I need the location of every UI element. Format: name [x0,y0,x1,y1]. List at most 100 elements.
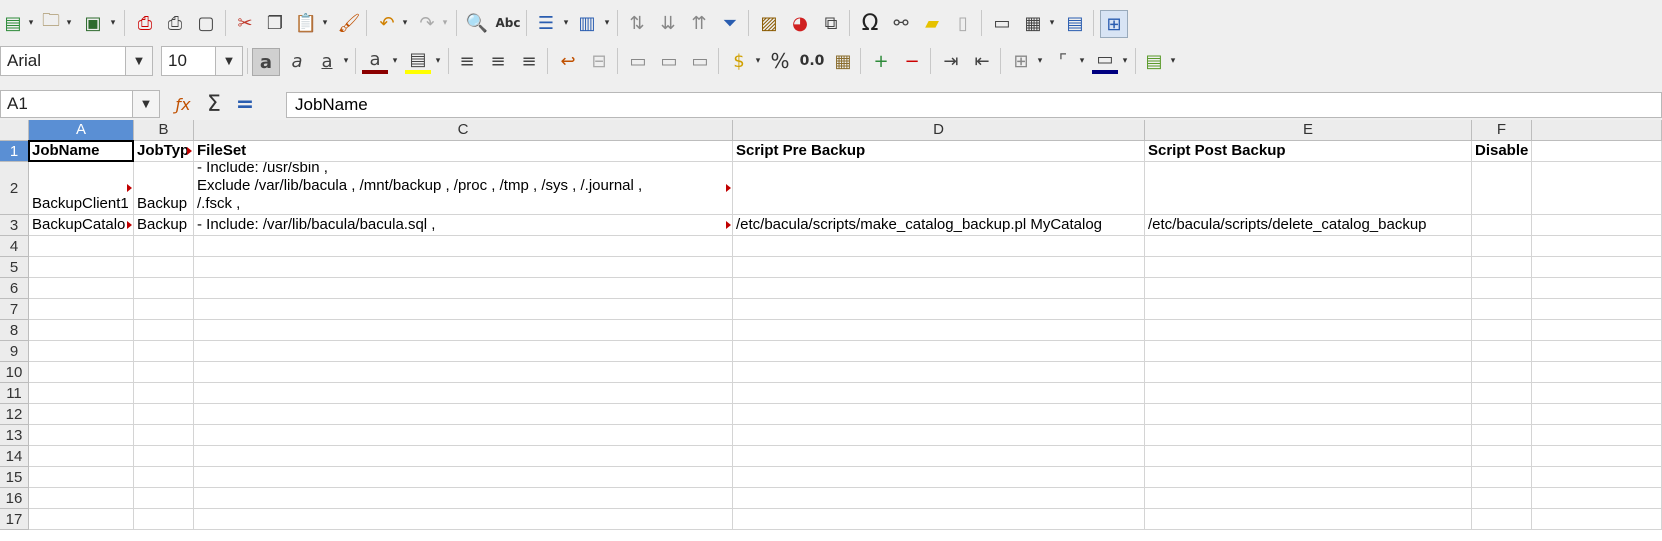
paste-dropdown-icon[interactable]: ▾ [320,13,330,33]
cell-g8[interactable] [1532,320,1662,341]
cell-e16[interactable] [1145,488,1472,509]
cell-f11[interactable] [1472,383,1532,404]
define-print-area-icon[interactable]: ▭ [989,10,1015,36]
hyperlink-icon[interactable]: ⚯ [888,10,914,36]
cell-e15[interactable] [1145,467,1472,488]
open-icon[interactable]: 🗀 [38,10,64,36]
cell-d4[interactable] [733,236,1145,257]
increase-indent-icon[interactable]: ⇥ [938,48,964,74]
cell-f14[interactable] [1472,446,1532,467]
cell-d5[interactable] [733,257,1145,278]
cell-f6[interactable] [1472,278,1532,299]
cell-e2[interactable] [1145,162,1472,215]
save-icon[interactable]: ▣ [80,10,106,36]
sort-descending-icon[interactable]: ⇈ [686,10,712,36]
row-header-17[interactable]: 17 [0,509,29,530]
cell-f1[interactable]: Disable [1472,141,1532,162]
number-format-icon[interactable]: 0.0 [797,48,827,74]
cell-c17[interactable] [194,509,733,530]
cell-c2[interactable]: - Include: /usr/sbin , Exclude /var/lib/… [194,162,733,215]
cell-c3[interactable]: - Include: /var/lib/bacula/bacula.sql , [194,215,733,236]
cell-b2[interactable]: Backup [134,162,194,215]
font-color-dropdown-icon[interactable]: ▾ [390,51,400,71]
function-wizard-icon[interactable]: ƒx [170,91,196,117]
cell-f10[interactable] [1472,362,1532,383]
center-vertically-icon[interactable]: ▭ [656,48,682,74]
cell-b7[interactable] [134,299,194,320]
cell-f13[interactable] [1472,425,1532,446]
cell-g3[interactable] [1532,215,1662,236]
cell-e17[interactable] [1145,509,1472,530]
print-preview-icon[interactable]: ▢ [193,10,219,36]
font-name-box[interactable]: Arial ▼ [0,46,153,76]
comment-icon[interactable]: ▰ [919,10,945,36]
cell-b11[interactable] [134,383,194,404]
cell-b6[interactable] [134,278,194,299]
cell-a2[interactable]: BackupClient1 [29,162,134,215]
cell-b9[interactable] [134,341,194,362]
column-header-c[interactable]: C [194,120,733,141]
cell-a9[interactable] [29,341,134,362]
cell-e14[interactable] [1145,446,1472,467]
row-header-6[interactable]: 6 [0,278,29,299]
cell-a14[interactable] [29,446,134,467]
cell-d1[interactable]: Script Pre Backup [733,141,1145,162]
highlight-color-icon[interactable]: ▤ [405,48,431,74]
cell-e8[interactable] [1145,320,1472,341]
sort-icon[interactable]: ⇅ [624,10,650,36]
open-dropdown-icon[interactable]: ▾ [64,13,74,33]
underline-icon[interactable]: a [314,48,340,74]
cell-b5[interactable] [134,257,194,278]
copy-icon[interactable]: ❐ [262,10,288,36]
undo-dropdown-icon[interactable]: ▾ [400,13,410,33]
cell-g9[interactable] [1532,341,1662,362]
cell-g6[interactable] [1532,278,1662,299]
sort-ascending-icon[interactable]: ⇊ [655,10,681,36]
row-header-16[interactable]: 16 [0,488,29,509]
cell-c11[interactable] [194,383,733,404]
column-header-a[interactable]: A [29,120,134,141]
cell-c10[interactable] [194,362,733,383]
find-replace-icon[interactable]: 🔍 [464,10,490,36]
cell-a1[interactable]: JobName [29,141,134,162]
cell-d10[interactable] [733,362,1145,383]
cell-e11[interactable] [1145,383,1472,404]
cell-e5[interactable] [1145,257,1472,278]
cell-g4[interactable] [1532,236,1662,257]
spelling-icon[interactable]: Abc [495,10,521,36]
cell-a8[interactable] [29,320,134,341]
border-color-icon[interactable]: ▭ [1092,48,1118,74]
cell-b12[interactable] [134,404,194,425]
cell-a7[interactable] [29,299,134,320]
cell-c9[interactable] [194,341,733,362]
new-dropdown-icon[interactable]: ▾ [26,13,36,33]
row-header-8[interactable]: 8 [0,320,29,341]
conditional-format-dropdown-icon[interactable]: ▾ [1168,51,1178,71]
percent-icon[interactable]: % [767,48,793,74]
cut-icon[interactable]: ✂ [232,10,258,36]
cell-e12[interactable] [1145,404,1472,425]
row-header-2[interactable]: 2 [0,162,29,215]
bold-icon[interactable]: a [252,48,280,76]
cell-f9[interactable] [1472,341,1532,362]
cell-g2[interactable] [1532,162,1662,215]
cell-f4[interactable] [1472,236,1532,257]
cell-g7[interactable] [1532,299,1662,320]
cell-d12[interactable] [733,404,1145,425]
column-dropdown-icon[interactable]: ▾ [602,13,612,33]
border-style-icon[interactable]: ⌜ [1050,48,1076,74]
chevron-down-icon[interactable]: ▼ [132,91,159,117]
date-format-icon[interactable]: ▦ [830,48,856,74]
sum-icon[interactable]: Σ [201,91,227,117]
cell-g13[interactable] [1532,425,1662,446]
cell-e9[interactable] [1145,341,1472,362]
cell-f16[interactable] [1472,488,1532,509]
font-size-box[interactable]: 10 ▼ [161,46,243,76]
row-dropdown-icon[interactable]: ▾ [561,13,571,33]
cell-g14[interactable] [1532,446,1662,467]
cell-a6[interactable] [29,278,134,299]
cell-c4[interactable] [194,236,733,257]
cell-a3[interactable]: BackupCatalo [29,215,134,236]
cell-d11[interactable] [733,383,1145,404]
cell-g15[interactable] [1532,467,1662,488]
